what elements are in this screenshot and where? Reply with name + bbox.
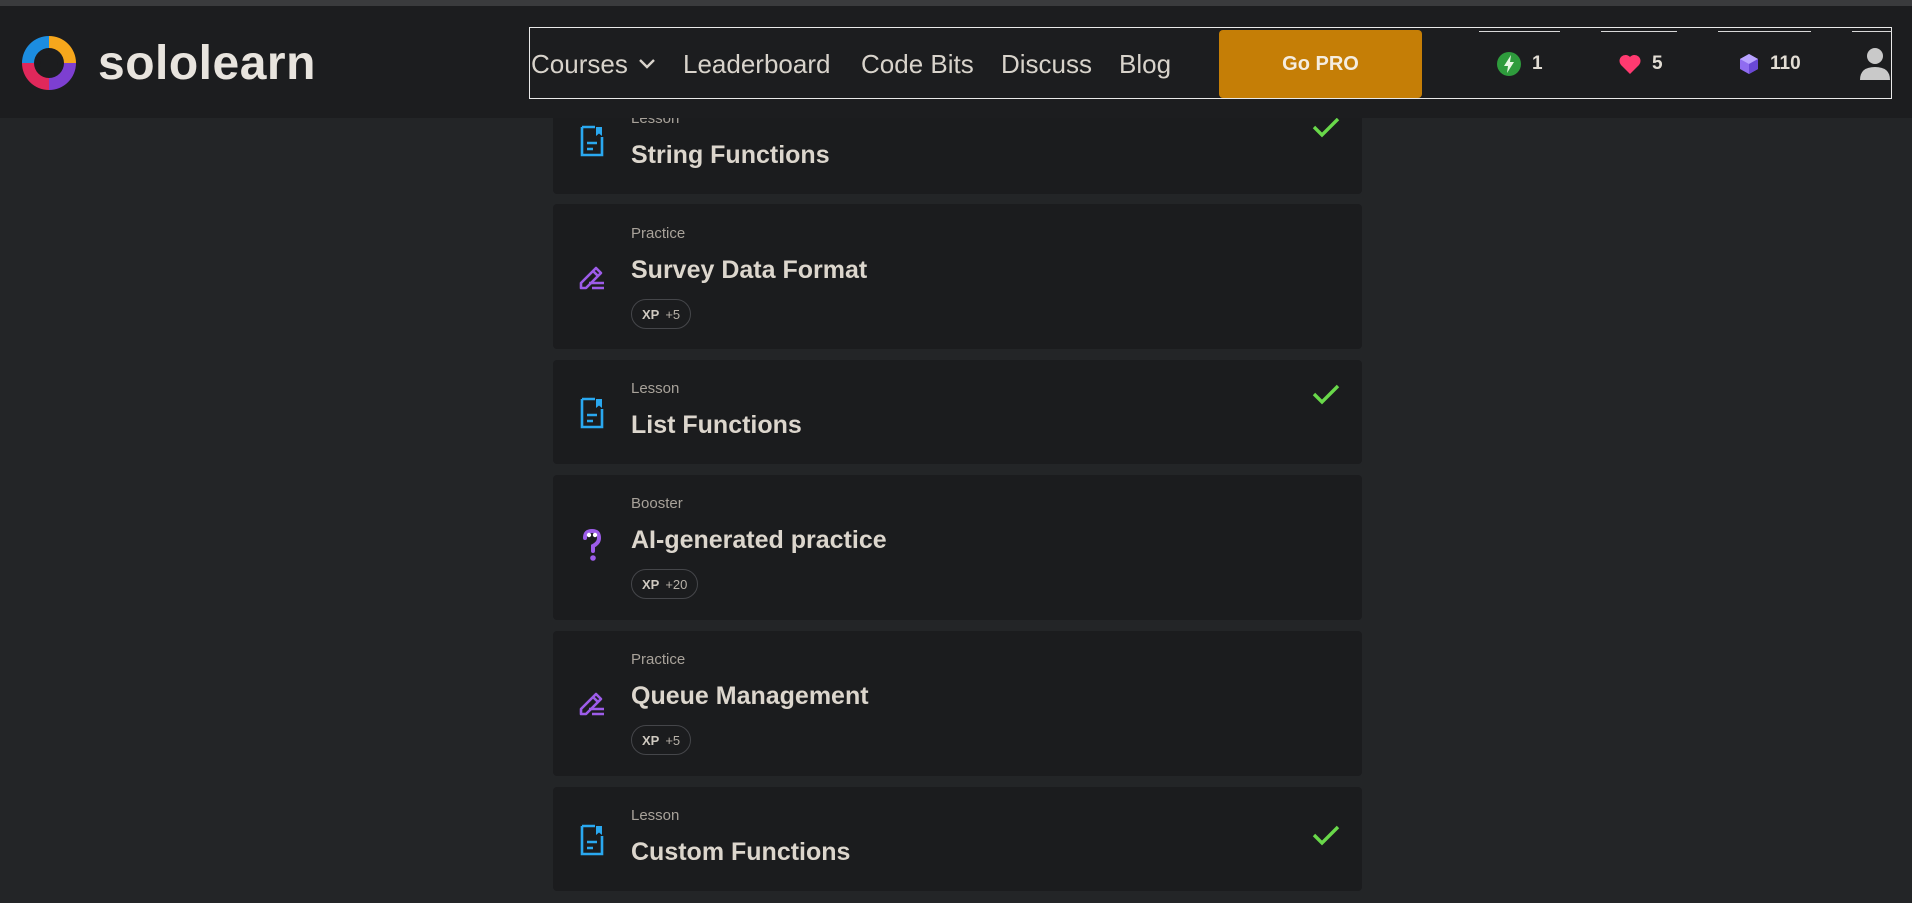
booster-card-ai-generated-practice[interactable]: Booster AI-generated practice XP +20 <box>553 475 1362 620</box>
gems-counter[interactable]: 110 <box>1738 28 1801 100</box>
nav-leaderboard[interactable]: Leaderboard <box>683 28 830 100</box>
top-header: sololearn Courses Leaderboard Code Bits … <box>0 6 1912 118</box>
lightning-icon <box>1497 52 1521 76</box>
nav-courses-label: Courses <box>531 48 628 79</box>
streak-counter[interactable]: 1 <box>1496 28 1543 100</box>
card-type: Booster <box>631 495 683 512</box>
nav-code-bits[interactable]: Code Bits <box>861 28 974 100</box>
card-title: Queue Management <box>631 682 869 710</box>
card-title: AI-generated practice <box>631 526 887 554</box>
lesson-icon <box>580 397 604 429</box>
xp-value: +5 <box>665 306 681 322</box>
xp-label: XP <box>642 576 660 592</box>
xp-value: +5 <box>665 732 681 748</box>
practice-card-queue-management[interactable]: Practice Queue Management XP +5 <box>553 631 1362 776</box>
stat-divider <box>1852 31 1892 32</box>
card-type: Lesson <box>631 380 680 397</box>
gems-value: 110 <box>1770 53 1801 74</box>
card-title: Survey Data Format <box>631 256 868 284</box>
card-title: List Functions <box>631 411 802 439</box>
nav-discuss[interactable]: Discuss <box>1001 28 1092 100</box>
xp-label: XP <box>642 732 660 748</box>
practice-icon <box>579 692 604 716</box>
brand-name: sololearn <box>98 36 316 90</box>
lesson-icon <box>580 125 604 157</box>
check-icon <box>1312 384 1340 405</box>
nav-courses[interactable]: Courses <box>531 28 656 100</box>
card-title: Custom Functions <box>631 838 851 866</box>
xp-badge: XP +20 <box>631 569 699 599</box>
xp-label: XP <box>642 306 660 322</box>
go-pro-button[interactable]: Go PRO <box>1219 30 1422 98</box>
gem-icon <box>1740 54 1758 74</box>
xp-badge: XP +5 <box>631 299 692 329</box>
lesson-card-custom-functions[interactable]: Lesson Custom Functions <box>553 787 1362 891</box>
xp-badge: XP +5 <box>631 725 692 755</box>
lesson-icon <box>580 824 604 856</box>
practice-icon <box>579 266 604 290</box>
xp-value: +20 <box>665 576 688 592</box>
hearts-counter[interactable]: 5 <box>1618 28 1663 100</box>
main-nav: Courses Leaderboard Code Bits Discuss Bl… <box>529 27 1892 99</box>
nav-blog[interactable]: Blog <box>1119 28 1171 100</box>
check-icon <box>1312 825 1340 846</box>
sololearn-logo-icon <box>22 36 76 90</box>
card-title: String Functions <box>631 141 830 169</box>
streak-value: 1 <box>1532 53 1543 74</box>
sololearn-logo[interactable]: sololearn <box>18 32 316 94</box>
card-type: Lesson <box>631 807 680 824</box>
check-icon <box>1312 117 1340 138</box>
heart-icon <box>1619 54 1641 74</box>
hearts-value: 5 <box>1652 53 1663 74</box>
booster-icon <box>583 528 602 561</box>
practice-card-survey-data-format[interactable]: Practice Survey Data Format XP +5 <box>553 204 1362 349</box>
card-type: Practice <box>631 651 686 668</box>
user-avatar-icon[interactable] <box>1857 44 1893 84</box>
chevron-down-icon <box>638 59 655 69</box>
lesson-card-list-functions[interactable]: Lesson List Functions <box>553 360 1362 464</box>
card-type: Practice <box>631 225 686 242</box>
